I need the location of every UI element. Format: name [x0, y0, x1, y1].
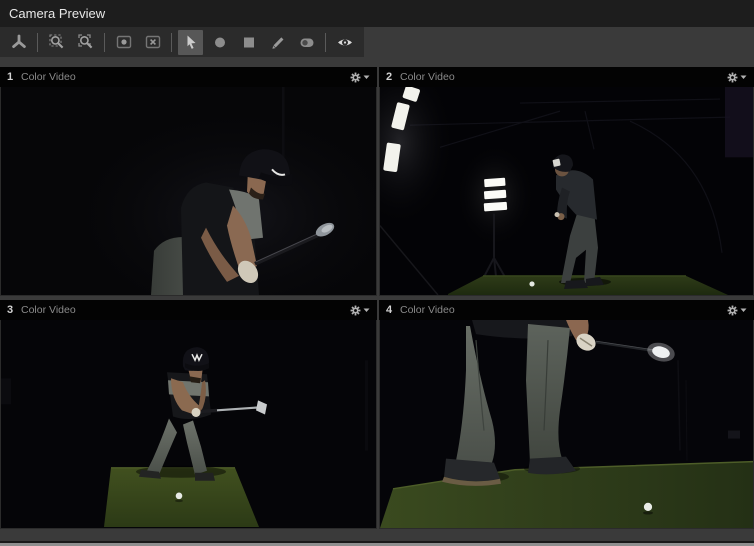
zoom-to-selection-button[interactable]: [44, 30, 69, 55]
camera-number: 4: [386, 304, 400, 316]
marker-add-icon: [115, 33, 133, 51]
eye-icon: [336, 33, 354, 51]
ellipse-mask-icon: [211, 33, 229, 51]
window-title: Camera Preview: [9, 6, 105, 21]
chevron-down-icon: [363, 307, 370, 313]
camera-settings-button[interactable]: [727, 72, 747, 83]
pencil-mask-button[interactable]: [265, 30, 290, 55]
capsule-mask-icon: [298, 33, 316, 51]
pencil-mask-icon: [269, 33, 287, 51]
gear-icon: [727, 72, 738, 83]
chevron-down-icon: [363, 74, 370, 80]
camera-1-header: 1 Color Video: [0, 67, 377, 87]
toolbar-separator: [325, 33, 326, 52]
camera-panel-1[interactable]: 1 Color Video: [0, 67, 377, 296]
camera-3-photo: [1, 320, 376, 528]
capsule-mask-button[interactable]: [294, 30, 319, 55]
camera-1-video[interactable]: [0, 87, 377, 296]
camera-mode-label: Color Video: [400, 304, 455, 316]
camera-4-header: 4 Color Video: [379, 300, 754, 320]
camera-3-video[interactable]: [0, 320, 377, 529]
toolbar-separator: [37, 33, 38, 52]
gear-icon: [350, 305, 361, 316]
camera-number: 2: [386, 71, 400, 83]
marker-clear-button[interactable]: [140, 30, 165, 55]
zoom-to-fit-button[interactable]: [73, 30, 98, 55]
bottom-bar-fill: [0, 529, 754, 541]
camera-2-video[interactable]: [379, 87, 754, 296]
ellipse-mask-button[interactable]: [207, 30, 232, 55]
toolbar-separator: [104, 33, 105, 52]
camera-grid: 1 Color Video: [0, 67, 754, 529]
camera-settings-button[interactable]: [727, 305, 747, 316]
camera-2-header: 2 Color Video: [379, 67, 754, 87]
zoom-fit-icon: [77, 33, 95, 51]
tripod-calibration-button[interactable]: [6, 30, 31, 55]
camera-panel-2[interactable]: 2 Color Video: [379, 67, 754, 296]
select-arrow-icon: [182, 33, 200, 51]
camera-4-photo: [380, 320, 753, 528]
visibility-button[interactable]: [332, 30, 357, 55]
camera-1-photo: [1, 87, 376, 295]
marker-add-button[interactable]: [111, 30, 136, 55]
camera-panel-3[interactable]: 3 Color Video: [0, 300, 377, 529]
zoom-selection-icon: [48, 33, 66, 51]
gear-icon: [350, 72, 361, 83]
select-tool-button[interactable]: [178, 30, 203, 55]
window-bottom-bar: [0, 529, 754, 546]
camera-panel-4[interactable]: 4 Color Video: [379, 300, 754, 529]
camera-number: 1: [7, 71, 21, 83]
camera-mode-label: Color Video: [21, 304, 76, 316]
camera-settings-button[interactable]: [350, 305, 370, 316]
gear-icon: [727, 305, 738, 316]
rect-mask-icon: [240, 33, 258, 51]
camera-mode-label: Color Video: [21, 71, 76, 83]
marker-clear-icon: [144, 33, 162, 51]
tripod-icon: [10, 33, 28, 51]
titlebar: Camera Preview: [0, 0, 754, 27]
camera-3-header: 3 Color Video: [0, 300, 377, 320]
camera-4-video[interactable]: [379, 320, 754, 529]
toolbar-separator: [171, 33, 172, 52]
camera-mode-label: Color Video: [400, 71, 455, 83]
camera-toolbar: [0, 27, 364, 57]
rect-mask-button[interactable]: [236, 30, 261, 55]
camera-settings-button[interactable]: [350, 72, 370, 83]
camera-2-photo: [380, 87, 753, 295]
chevron-down-icon: [740, 307, 747, 313]
camera-preview-window: Camera Preview: [0, 0, 754, 546]
camera-number: 3: [7, 304, 21, 316]
chevron-down-icon: [740, 74, 747, 80]
